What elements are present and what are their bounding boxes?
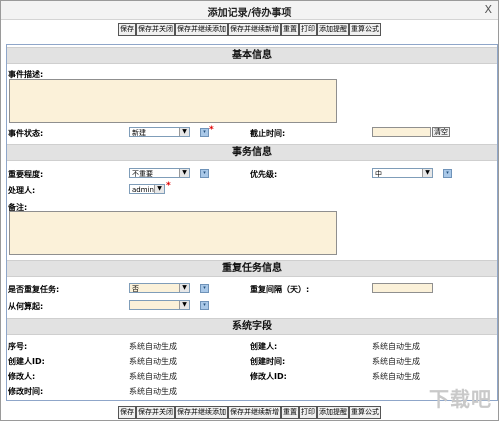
is-repeat-label: 是否重复任务: (8, 285, 60, 294)
save-close-button[interactable]: 保存并关闭 (136, 23, 175, 36)
priority-picker-icon[interactable]: ▾ (443, 169, 452, 178)
creator-label: 创建人: (250, 342, 278, 351)
section-basic-info: 基本信息 (7, 47, 497, 64)
required-star: * (209, 125, 214, 135)
seq-label: 序号: (8, 342, 28, 351)
reset-button[interactable]: 重置 (281, 406, 299, 419)
seq-value: 系统自动生成 (129, 342, 177, 351)
section-system-fields: 系统字段 (7, 318, 497, 335)
save-continue-add-button[interactable]: 保存并继续添加 (175, 23, 228, 36)
is-repeat-value: 否 (132, 285, 139, 293)
save-close-button[interactable]: 保存并关闭 (136, 406, 175, 419)
status-select[interactable]: 新建 ▼ (129, 127, 190, 137)
window-title: 添加记录/待办事项 (207, 8, 292, 19)
handler-select[interactable]: admin ▼ (129, 184, 165, 194)
save-continue-new-button[interactable]: 保存并继续新增 (228, 23, 281, 36)
creator-id-value: 系统自动生成 (129, 357, 177, 366)
print-button[interactable]: 打印 (299, 406, 317, 419)
is-repeat-picker-icon[interactable]: ▾ (200, 284, 209, 293)
description-textarea[interactable] (9, 79, 337, 123)
priority-label: 优先级: (250, 170, 278, 179)
creator-value: 系统自动生成 (372, 342, 420, 351)
note-textarea[interactable] (9, 211, 337, 255)
chevron-down-icon: ▼ (179, 128, 189, 136)
save-button[interactable]: 保存 (118, 406, 136, 419)
record-form: 基本信息 事件描述: 事件状态: 新建 ▼ ▾ * 截止时间: 清空 事务信息 重… (6, 44, 498, 401)
interval-input[interactable] (372, 283, 433, 293)
deadline-input[interactable] (372, 127, 431, 137)
recalc-formula-button[interactable]: 重算公式 (349, 23, 381, 36)
importance-picker-icon[interactable]: ▾ (200, 169, 209, 178)
top-toolbar: 保存 保存并关闭 保存并继续添加 保存并继续新增 重置 打印 添加提醒 重算公式 (1, 23, 498, 37)
add-reminder-button[interactable]: 添加提醒 (317, 406, 349, 419)
handler-label: 处理人: (8, 186, 36, 195)
add-reminder-button[interactable]: 添加提醒 (317, 23, 349, 36)
is-repeat-select[interactable]: 否 ▼ (129, 283, 190, 293)
interval-label: 重复间隔（天）: (250, 285, 310, 294)
handler-value: admin (132, 186, 154, 194)
priority-select[interactable]: 中 ▼ (372, 168, 433, 178)
creator-id-label: 创建人ID: (8, 357, 45, 366)
deadline-label: 截止时间: (250, 129, 286, 138)
from-select[interactable]: ▼ (129, 300, 190, 310)
status-label: 事件状态: (8, 129, 44, 138)
modifier-id-label: 修改人ID: (250, 372, 287, 381)
chevron-down-icon: ▼ (179, 301, 189, 309)
chevron-down-icon: ▼ (422, 169, 432, 177)
created-time-value: 系统自动生成 (372, 357, 420, 366)
status-value: 新建 (132, 129, 146, 137)
created-time-label: 创建时间: (250, 357, 286, 366)
save-button[interactable]: 保存 (118, 23, 136, 36)
required-star: * (166, 181, 171, 191)
section-repeat-info: 重复任务信息 (7, 260, 497, 277)
modified-time-label: 修改时间: (8, 387, 44, 396)
dialog-window: 添加记录/待办事项 X 保存 保存并关闭 保存并继续添加 保存并继续新增 重置 打印 添加提… (0, 0, 499, 421)
recalc-formula-button[interactable]: 重算公式 (349, 406, 381, 419)
importance-select[interactable]: 不重要 ▼ (129, 168, 190, 178)
title-bar: 添加记录/待办事项 X (1, 1, 498, 20)
importance-label: 重要程度: (8, 170, 44, 179)
section-task-info: 事务信息 (7, 144, 497, 161)
importance-value: 不重要 (132, 170, 153, 178)
modified-time-value: 系统自动生成 (129, 387, 177, 396)
chevron-down-icon: ▼ (179, 169, 189, 177)
save-continue-add-button[interactable]: 保存并继续添加 (175, 406, 228, 419)
clear-button[interactable]: 清空 (432, 127, 450, 137)
from-label: 从何算起: (8, 302, 44, 311)
modifier-id-value: 系统自动生成 (372, 372, 420, 381)
close-icon[interactable]: X (484, 3, 492, 16)
print-button[interactable]: 打印 (299, 23, 317, 36)
save-continue-new-button[interactable]: 保存并继续新增 (228, 406, 281, 419)
modifier-value: 系统自动生成 (129, 372, 177, 381)
reset-button[interactable]: 重置 (281, 23, 299, 36)
chevron-down-icon: ▼ (154, 185, 164, 193)
modifier-label: 修改人: (8, 372, 36, 381)
bottom-toolbar: 保存 保存并关闭 保存并继续添加 保存并继续新增 重置 打印 添加提醒 重算公式 (1, 406, 498, 420)
from-picker-icon[interactable]: ▾ (200, 301, 209, 310)
status-picker-icon[interactable]: ▾ (200, 128, 209, 137)
chevron-down-icon: ▼ (179, 284, 189, 292)
watermark-logo: 下载吧 (429, 387, 492, 411)
priority-value: 中 (375, 170, 382, 178)
